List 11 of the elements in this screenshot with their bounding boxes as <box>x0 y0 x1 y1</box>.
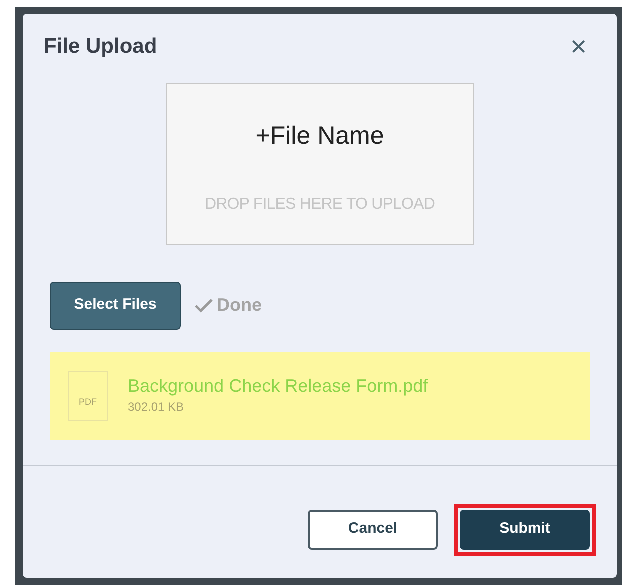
dialog-title: File Upload <box>44 34 158 60</box>
select-files-button[interactable]: Select Files <box>50 282 181 330</box>
pdf-file-icon: PDF <box>68 370 108 420</box>
file-name: Background Check Release Form.pdf <box>128 375 428 398</box>
check-icon <box>195 298 213 312</box>
submit-button[interactable]: Submit <box>460 510 590 550</box>
cancel-button[interactable]: Cancel <box>308 510 438 550</box>
status-label: Done <box>217 294 262 317</box>
close-button[interactable]: × <box>570 32 587 61</box>
drop-zone-title: +File Name <box>256 120 384 152</box>
file-size: 302.01 KB <box>128 398 186 416</box>
